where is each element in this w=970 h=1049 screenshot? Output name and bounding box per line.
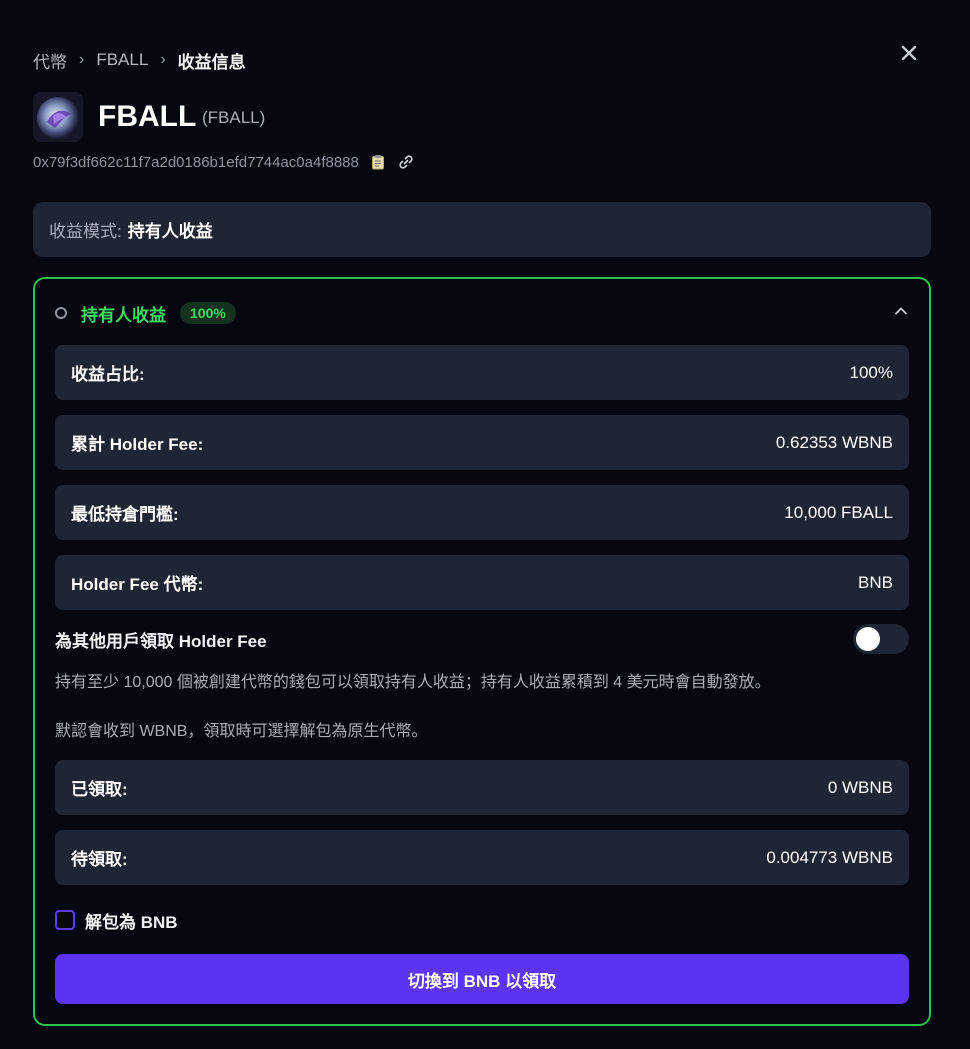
info-row-value: 100% (849, 362, 893, 382)
switch-to-bnb-claim-button[interactable]: 切換到 BNB 以領取 (55, 954, 909, 1004)
info-row-value: 10,000 FBALL (784, 502, 893, 522)
revenue-mode-box: 收益模式: 持有人收益 (33, 202, 931, 257)
info-row-key: 最低持倉門檻: (71, 505, 179, 524)
wbnb-default-description: 默認會收到 WBNB，領取時可選擇解包為原生代幣。 (55, 723, 428, 740)
percentage-badge: 100% (180, 302, 236, 324)
breadcrumb-separator: › (79, 51, 85, 68)
unwrap-bnb-checkbox[interactable] (55, 910, 75, 930)
info-row-key: Holder Fee 代幣: (71, 575, 204, 594)
info-row-cumulative-fee: 累計 Holder Fee: 0.62353 WBNB (55, 415, 909, 470)
info-row-min-holding: 最低持倉門檻: 10,000 FBALL (55, 485, 909, 540)
token-symbol: (FBALL) (202, 108, 266, 127)
info-row-key: 已領取: (71, 780, 128, 799)
revenue-mode-value: 持有人收益 (127, 222, 213, 241)
breadcrumb-separator: › (160, 51, 166, 68)
claim-for-others-row: 為其他用戶領取 Holder Fee (55, 624, 909, 654)
chevron-up-icon[interactable] (891, 301, 911, 321)
breadcrumb-item-tokens[interactable]: 代幣 (33, 48, 67, 73)
info-row-value: 0.004773 WBNB (766, 847, 893, 867)
info-row-fee-token: Holder Fee 代幣: BNB (55, 555, 909, 610)
holder-requirement-description: 持有至少 10,000 個被創建代幣的錢包可以領取持有人收益；持有人收益累積到 … (55, 674, 771, 691)
unwrap-bnb-option[interactable]: 解包為 BNB (55, 909, 178, 932)
info-row-key: 收益占比: (71, 365, 145, 384)
claim-for-others-label: 為其他用戶領取 Holder Fee (55, 631, 267, 651)
copy-icon[interactable] (369, 153, 387, 171)
info-row-pending: 待領取: 0.004773 WBNB (55, 830, 909, 885)
close-icon[interactable] (896, 40, 922, 66)
external-link-icon[interactable] (397, 153, 415, 171)
breadcrumb-item-token[interactable]: FBALL (96, 50, 148, 70)
info-row-claimed: 已領取: 0 WBNB (55, 760, 909, 815)
info-row-revenue-share: 收益占比: 100% (55, 345, 909, 400)
info-row-key: 待領取: (71, 850, 128, 869)
unwrap-bnb-label: 解包為 BNB (85, 912, 178, 932)
claim-for-others-toggle[interactable] (853, 624, 909, 654)
info-row-value: 0 WBNB (827, 777, 893, 797)
panel-title: 持有人收益 (81, 305, 166, 325)
holder-revenue-panel: 持有人收益 100% 收益占比: 100% 累計 Holder Fee: 0.6… (33, 277, 931, 1026)
revenue-mode-label: 收益模式: (49, 222, 122, 241)
breadcrumb: 代幣 › FBALL › 收益信息 (33, 48, 246, 73)
info-row-key: 累計 Holder Fee: (71, 435, 204, 454)
panel-header[interactable]: 持有人收益 100% (55, 300, 236, 326)
contract-address: 0x79f3df662c11f7a2d0186b1efd7744ac0a4f88… (33, 153, 359, 171)
holder-fee-modal: 代幣 › FBALL › 收益信息 FBALL (FBALL) 0x79f3df… (0, 0, 970, 1049)
radio-circle-icon (55, 307, 67, 319)
contract-address-row: 0x79f3df662c11f7a2d0186b1efd7744ac0a4f88… (33, 151, 415, 173)
toggle-knob (856, 627, 880, 651)
token-logo-image (33, 92, 83, 142)
token-name: FBALL (98, 100, 197, 133)
breadcrumb-current: 收益信息 (177, 52, 246, 72)
info-row-value: 0.62353 WBNB (775, 432, 893, 452)
info-row-value: BNB (858, 572, 893, 592)
